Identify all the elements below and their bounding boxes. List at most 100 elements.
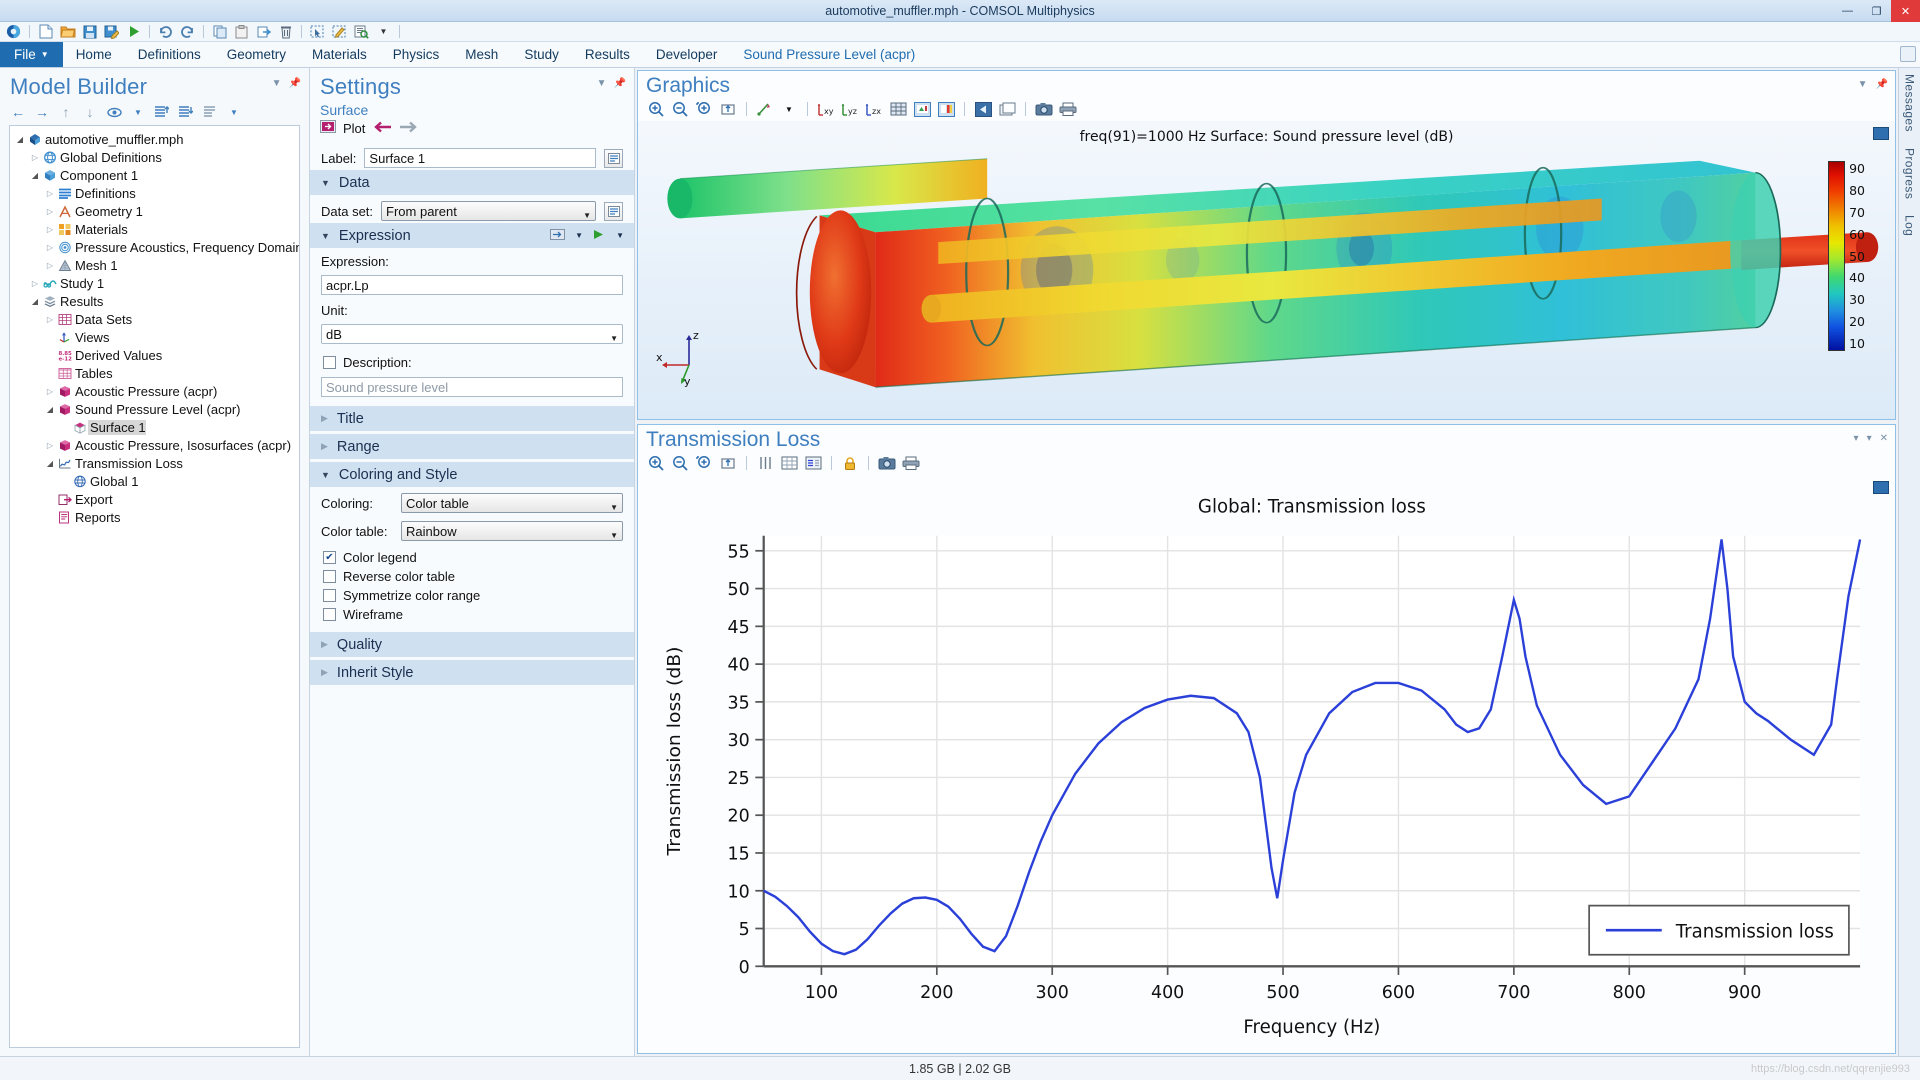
tree-item[interactable]: ▷ Materials (10, 220, 299, 238)
redo-icon[interactable] (178, 23, 197, 40)
zoom-box-icon[interactable] (718, 100, 738, 118)
zoom-out-icon[interactable] (670, 100, 690, 118)
save-as-icon[interactable] (102, 23, 121, 40)
zoom-box-icon[interactable] (718, 454, 738, 472)
section-header-data[interactable]: ▼ Data (310, 170, 634, 195)
list-dropdown-icon[interactable]: ▼ (226, 104, 242, 120)
view-yz-icon[interactable]: yz (840, 100, 860, 118)
grid-lines-icon[interactable] (755, 454, 775, 472)
tree-item[interactable]: ▷ Global Definitions (10, 148, 299, 166)
collapse-all-icon[interactable] (154, 104, 170, 120)
panel-close-icon[interactable]: ✕ (1880, 433, 1888, 444)
panel-minimize-icon[interactable]: ▾ (1854, 433, 1859, 444)
compute-run-icon[interactable] (124, 23, 143, 40)
scene-light-dropdown-icon[interactable]: ▼ (779, 100, 799, 118)
minimize-button[interactable]: — (1833, 0, 1862, 22)
tree-item[interactable]: ▷ Data Sets (10, 310, 299, 328)
zoom-in-icon[interactable] (646, 100, 666, 118)
muffler-3d-scene[interactable] (638, 121, 1895, 419)
color-legend-icon[interactable] (912, 100, 932, 118)
lock-axis-icon[interactable] (840, 454, 860, 472)
tab-results[interactable]: Results (572, 42, 643, 67)
tree-item[interactable]: ▷ Study 1 (10, 274, 299, 292)
transmission-loss-canvas[interactable]: Global: Transmission loss 0 5 10 15 20 25 30 35 4… (638, 475, 1895, 1053)
zoom-extents-icon[interactable] (694, 100, 714, 118)
tree-item[interactable]: Surface 1 (10, 418, 299, 436)
color-table-select[interactable]: Rainbow ▼ (401, 521, 623, 541)
panel-menu-icon[interactable]: ▼ (272, 78, 282, 89)
close-button[interactable]: ✕ (1891, 0, 1920, 22)
tree-item[interactable]: Tables (10, 364, 299, 382)
tree-expand-icon[interactable]: ▷ (44, 243, 56, 252)
plot-icon[interactable] (320, 120, 336, 136)
tree-expand-icon[interactable]: ▷ (29, 153, 41, 162)
tab-physics[interactable]: Physics (380, 42, 453, 67)
tree-item[interactable]: ▷ Mesh 1 (10, 256, 299, 274)
ribbon-collapse-button[interactable] (1900, 46, 1916, 62)
expression-input[interactable]: acpr.Lp (321, 275, 623, 295)
open-folder-icon[interactable] (58, 23, 77, 40)
panel-menu-icon[interactable]: ▼ (1858, 79, 1868, 90)
tree-collapse-icon[interactable]: ◢ (29, 297, 41, 306)
coloring-select[interactable]: Color table ▼ (401, 493, 623, 513)
data-set-select[interactable]: From parent ▼ (381, 201, 596, 221)
move-down-icon[interactable]: ↓ (82, 104, 98, 120)
tab-study[interactable]: Study (511, 42, 572, 67)
tab-mesh[interactable]: Mesh (452, 42, 511, 67)
section-header-coloring-and-style[interactable]: ▼ Coloring and Style (310, 462, 634, 487)
pin-icon[interactable]: 📌 (1876, 79, 1888, 90)
tab-definitions[interactable]: Definitions (125, 42, 214, 67)
scene-light-icon[interactable] (755, 100, 775, 118)
copy-image-icon[interactable] (997, 100, 1017, 118)
panel-menu-icon[interactable]: ▼ (597, 78, 607, 89)
paste-icon[interactable] (232, 23, 251, 40)
previous-plot-icon[interactable] (372, 121, 392, 136)
tree-expand-icon[interactable]: ▷ (44, 315, 56, 324)
select-box-icon[interactable] (308, 23, 327, 40)
show-eye-icon[interactable] (106, 104, 122, 120)
panel-menu-icon[interactable]: ▾ (1867, 433, 1872, 444)
tree-item[interactable]: ◢ automotive_muffler.mph (10, 130, 299, 148)
tree-item[interactable]: Reports (10, 508, 299, 526)
tree-item[interactable]: ◢ Results (10, 292, 299, 310)
checkbox[interactable] (323, 589, 336, 602)
tree-expand-icon[interactable]: ▷ (44, 225, 56, 234)
list-view-icon[interactable] (202, 104, 218, 120)
section-header-title[interactable]: ▶ Title (310, 406, 634, 431)
next-plot-icon[interactable] (399, 121, 419, 136)
save-icon[interactable] (80, 23, 99, 40)
tab-developer[interactable]: Developer (643, 42, 731, 67)
tree-item[interactable]: 8.85 e-12 Derived Values (10, 346, 299, 364)
tree-collapse-icon[interactable]: ◢ (29, 171, 41, 180)
label-toggle-button[interactable] (604, 148, 623, 168)
tree-item[interactable]: Views (10, 328, 299, 346)
move-up-icon[interactable]: ↑ (58, 104, 74, 120)
tree-item[interactable]: ◢ Component 1 (10, 166, 299, 184)
snapshot-camera-icon[interactable] (1034, 100, 1054, 118)
plot-button-label[interactable]: Plot (343, 121, 365, 136)
label-input[interactable]: Surface 1 (364, 148, 596, 168)
tree-item[interactable]: ▷ Acoustic Pressure (acpr) (10, 382, 299, 400)
color-table-icon[interactable] (936, 100, 956, 118)
tree-expand-icon[interactable]: ▷ (44, 387, 56, 396)
zoom-out-icon[interactable] (670, 454, 690, 472)
table-view-icon[interactable] (779, 454, 799, 472)
tree-item[interactable]: ◢ Sound Pressure Level (acpr) (10, 400, 299, 418)
chart-progress-indicator[interactable] (1873, 481, 1889, 494)
tab-home[interactable]: Home (63, 42, 125, 67)
checkbox-row[interactable]: ✔ Color legend (310, 547, 634, 566)
transmission-loss-chart[interactable]: Global: Transmission loss 0 5 10 15 20 25 30 35 4… (638, 475, 1895, 1053)
new-file-icon[interactable] (36, 23, 55, 40)
print-icon[interactable] (901, 454, 921, 472)
back-arrow-icon[interactable]: ← (10, 104, 26, 120)
pin-icon[interactable]: 📌 (289, 78, 301, 89)
checkbox[interactable] (323, 608, 336, 621)
checkbox[interactable]: ✔ (323, 551, 336, 564)
description-checkbox[interactable] (323, 356, 336, 369)
section-header-range[interactable]: ▶ Range (310, 434, 634, 459)
snapshot-camera-icon[interactable] (877, 454, 897, 472)
tree-item[interactable]: ▷ Geometry 1 (10, 202, 299, 220)
delete-icon[interactable] (276, 23, 295, 40)
replace-expression-dropdown-icon[interactable]: ▼ (575, 231, 583, 240)
show-grid-icon[interactable] (888, 100, 908, 118)
